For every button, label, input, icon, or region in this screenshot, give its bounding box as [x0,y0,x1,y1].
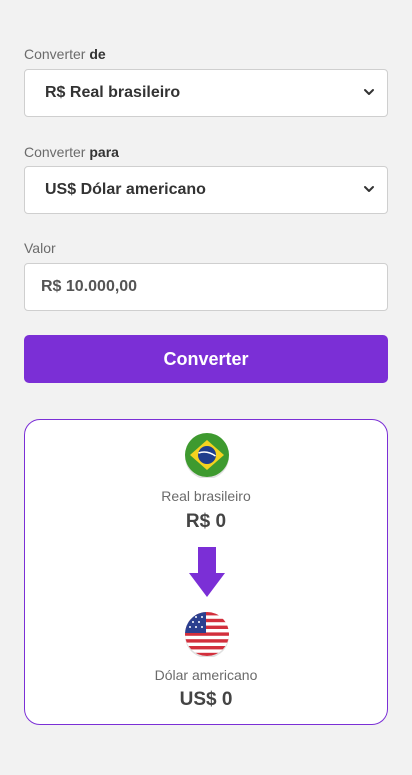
chevron-down-icon [364,186,374,192]
source-currency-value: R$ 0 [185,511,227,532]
usa-flag-icon [185,612,229,657]
from-label: Converter de [24,46,106,62]
source-currency-name: Real brasileiro [161,488,251,504]
brazil-flag-icon [185,433,229,478]
amount-value: R$ 10.000,00 [41,278,138,295]
from-currency-select[interactable]: R$ Real brasileiro [24,69,388,117]
amount-label: Valor [24,240,56,256]
result-card: Real brasileiro R$ 0 Dólar americano US$… [24,419,388,725]
to-currency-select[interactable]: US$ Dólar americano [24,166,388,214]
from-currency-value: R$ Real brasileiro [45,84,181,101]
chevron-down-icon [364,89,374,95]
target-currency-name: Dólar americano [154,667,258,683]
converter-page: Converter de R$ Real brasileiro Converte… [0,0,412,775]
target-currency-value: US$ 0 [179,689,233,710]
to-label: Converter para [24,144,119,160]
convert-button[interactable]: Converter [24,335,388,383]
to-currency-value: US$ Dólar americano [45,181,206,198]
arrow-down-icon [189,547,225,597]
amount-input[interactable]: R$ 10.000,00 [24,263,388,311]
